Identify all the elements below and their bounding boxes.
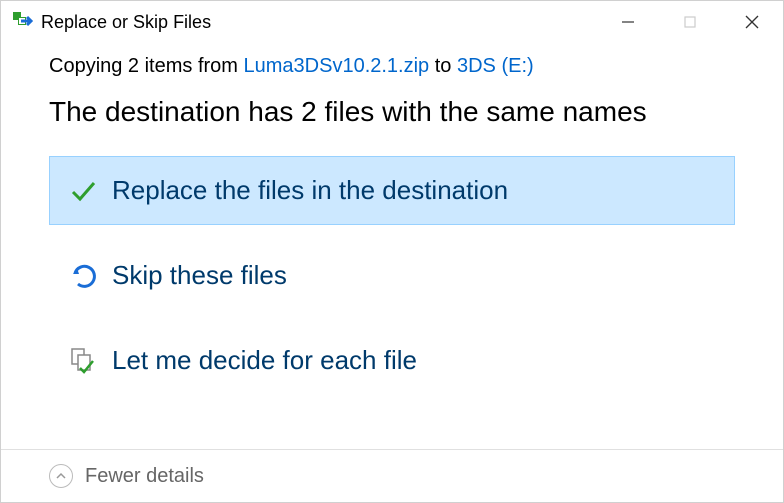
maximize-button <box>659 1 721 43</box>
footer: Fewer details <box>1 449 783 502</box>
source-link[interactable]: Luma3DSv10.2.1.zip <box>244 55 430 77</box>
window-title: Replace or Skip Files <box>41 12 211 33</box>
decide-label: Let me decide for each file <box>112 345 417 376</box>
status-prefix: Copying 2 items from <box>49 55 244 77</box>
status-middle: to <box>429 55 457 77</box>
window-controls <box>597 1 783 43</box>
destination-link[interactable]: 3DS (E:) <box>457 55 534 77</box>
checkmark-icon <box>66 177 100 205</box>
skip-label: Skip these files <box>112 260 287 291</box>
close-button[interactable] <box>721 1 783 43</box>
decide-option[interactable]: Let me decide for each file <box>49 326 735 395</box>
options-list: Replace the files in the destination Ski… <box>49 156 735 395</box>
minimize-button[interactable] <box>597 1 659 43</box>
titlebar: Replace or Skip Files <box>1 1 783 43</box>
compare-files-icon <box>66 347 100 375</box>
app-icon <box>13 10 33 35</box>
replace-option[interactable]: Replace the files in the destination <box>49 156 735 225</box>
status-line: Copying 2 items from Luma3DSv10.2.1.zip … <box>49 55 735 78</box>
undo-icon <box>66 262 100 290</box>
details-toggle[interactable]: Fewer details <box>85 465 204 488</box>
chevron-up-icon[interactable] <box>49 464 73 488</box>
content: Copying 2 items from Luma3DSv10.2.1.zip … <box>1 43 783 449</box>
skip-option[interactable]: Skip these files <box>49 241 735 310</box>
replace-label: Replace the files in the destination <box>112 175 508 206</box>
conflict-heading: The destination has 2 files with the sam… <box>49 96 735 128</box>
